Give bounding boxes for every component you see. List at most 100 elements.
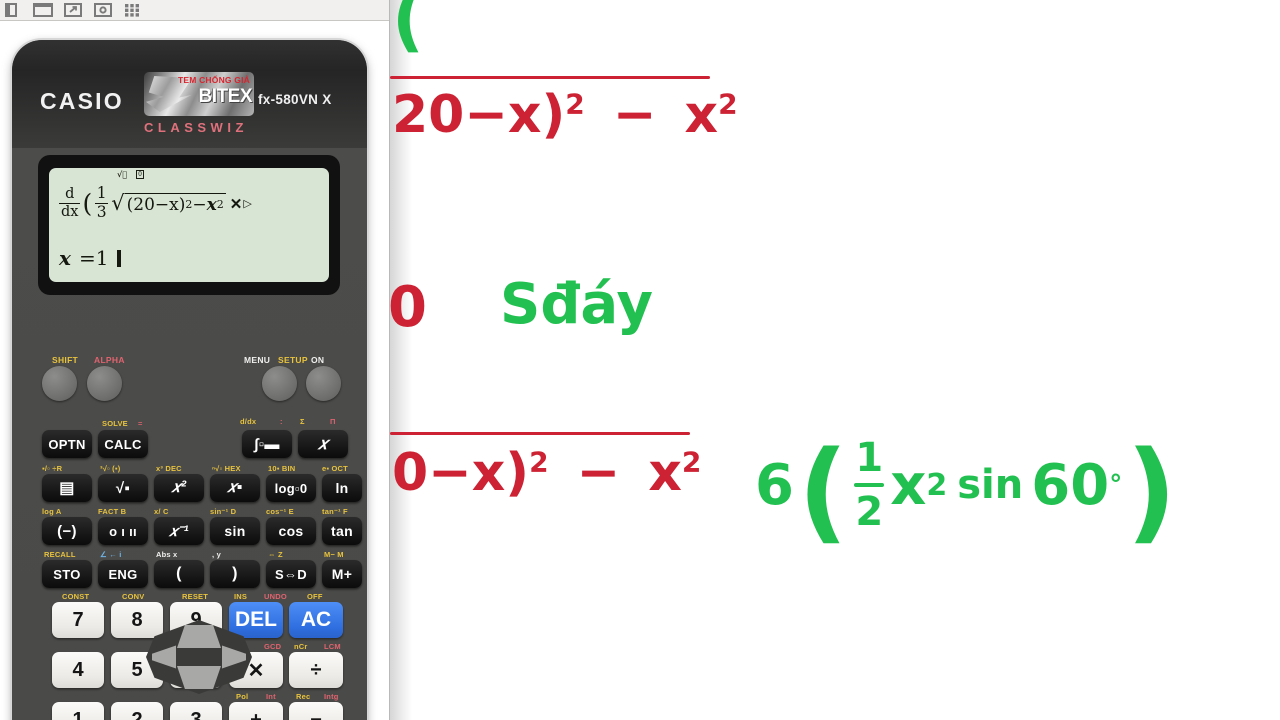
key-3[interactable]: 3 bbox=[170, 702, 222, 720]
integral-key[interactable]: ∫▫▬ bbox=[242, 430, 292, 458]
row3-sub-0: ▪/▫ ÷R bbox=[42, 464, 63, 473]
divide-key[interactable]: ÷ bbox=[289, 652, 343, 688]
degrees-key[interactable]: o ı ıı bbox=[98, 517, 148, 545]
s-to-d-key[interactable]: S⇔D bbox=[266, 560, 316, 588]
red-fraction-bar-1 bbox=[390, 76, 710, 79]
coefficient-numerator: 1 bbox=[96, 184, 107, 202]
plus-key[interactable]: + bbox=[229, 702, 283, 720]
minus-key[interactable]: − bbox=[289, 702, 343, 720]
off-label: OFF bbox=[307, 592, 323, 601]
ddx-sublabel: d/dx bbox=[240, 417, 257, 426]
log-key[interactable]: log▫0 bbox=[266, 474, 316, 502]
emulator-toolbar bbox=[0, 0, 389, 21]
alpha-label: ALPHA bbox=[94, 355, 125, 365]
whiteboard-panel: ( 20−x)2 − x2 0 Sđáy 0−x)2 − x2 6 ( 1 2 … bbox=[388, 0, 1280, 720]
negative-key[interactable]: (−) bbox=[42, 517, 92, 545]
x-squared-key[interactable]: 𝑥² bbox=[154, 474, 204, 502]
conv-label: CONV bbox=[122, 592, 145, 601]
red1-exp-a: 2 bbox=[565, 87, 585, 121]
on-key[interactable] bbox=[306, 366, 341, 401]
solve-label: SOLVE bbox=[102, 419, 128, 428]
panel-toggle-icon[interactable] bbox=[1, 2, 25, 19]
row3-sub-2: x³ DEC bbox=[156, 464, 182, 473]
radicand: (20−x) 2− x 2 bbox=[124, 192, 226, 215]
green-label-sday: Sđáy bbox=[500, 272, 653, 337]
row5-sub-0: RECALL bbox=[44, 550, 76, 559]
row5-sub-3: , y bbox=[212, 550, 221, 559]
calc-key[interactable]: CALC bbox=[98, 430, 148, 458]
multiply-symbol: ✕ bbox=[229, 194, 243, 213]
lcd-bezel: √⃗ 0 d dx ( 1 3 √ (20−x) 2 − x 2 ✕ ▷ x =… bbox=[38, 155, 340, 295]
gcd-label: GCD bbox=[264, 642, 282, 651]
calculator-emulator-panel: CASIO TEM CHỐNG GIẢ BITEX fx-580VN X CLA… bbox=[0, 0, 390, 720]
optn-key[interactable]: OPTN bbox=[42, 430, 92, 458]
row4-sub-4: cos⁻¹ E bbox=[266, 507, 294, 516]
pi-product-sublabel: Π bbox=[330, 417, 336, 426]
alpha-key[interactable] bbox=[87, 366, 122, 401]
grid-icon[interactable] bbox=[121, 2, 145, 19]
cos-key[interactable]: cos bbox=[266, 517, 316, 545]
green-frac-denominator: 2 bbox=[855, 489, 884, 535]
open-paren-key[interactable]: ( bbox=[154, 560, 204, 588]
casio-logo: CASIO bbox=[40, 88, 124, 114]
ln-key[interactable]: ln bbox=[322, 474, 362, 502]
row3-sub-1: ³√▫ (▪) bbox=[100, 464, 121, 473]
red1-part-b: x bbox=[684, 85, 719, 145]
undo-label: UNDO bbox=[264, 592, 287, 601]
sin-key[interactable]: sin bbox=[210, 517, 260, 545]
radicand-base: (20−x) bbox=[126, 194, 186, 215]
window-icon[interactable] bbox=[31, 2, 55, 19]
key-1[interactable]: 1 bbox=[52, 702, 104, 720]
hologram-brand-text: BITEX bbox=[198, 86, 253, 107]
row3-sub-3: ⁿ√▫ HEX bbox=[212, 464, 241, 473]
camera-icon[interactable] bbox=[91, 2, 115, 19]
row4-sub-5: tan⁻¹ F bbox=[322, 507, 348, 516]
x-power-key[interactable]: 𝑥▪ bbox=[210, 474, 260, 502]
sto-key[interactable]: STO bbox=[42, 560, 92, 588]
directional-pad[interactable] bbox=[146, 620, 252, 694]
shift-key[interactable] bbox=[42, 366, 77, 401]
expand-arrow-icon[interactable] bbox=[61, 2, 85, 19]
green-variable: x bbox=[890, 452, 927, 518]
fraction-key[interactable]: ▤ bbox=[42, 474, 92, 502]
intg-label: Intg bbox=[324, 692, 339, 701]
radical-symbol: √ bbox=[111, 190, 125, 215]
casio-calculator: CASIO TEM CHỐNG GIẢ BITEX fx-580VN X CLA… bbox=[12, 40, 367, 720]
ac-key[interactable]: AC bbox=[289, 602, 343, 638]
key-4[interactable]: 4 bbox=[52, 652, 104, 688]
green-variable-exponent: 2 bbox=[926, 467, 948, 503]
radicand-minus: − bbox=[192, 194, 207, 215]
memory-plus-key[interactable]: M+ bbox=[322, 560, 362, 588]
green-angle-value: 60 bbox=[1031, 452, 1110, 518]
row3-sub-4: 10▪ BIN bbox=[268, 464, 296, 473]
menu-setup-key[interactable] bbox=[262, 366, 297, 401]
derivative-denominator: dx bbox=[61, 204, 79, 221]
key-2[interactable]: 2 bbox=[111, 702, 163, 720]
lcd-screen: √⃗ 0 d dx ( 1 3 √ (20−x) 2 − x 2 ✕ ▷ x =… bbox=[49, 168, 329, 282]
reset-label: RESET bbox=[182, 592, 209, 601]
reciprocal-key[interactable]: 𝑥⁻¹ bbox=[154, 517, 204, 545]
tan-key[interactable]: tan bbox=[322, 517, 362, 545]
radicand-term2-exponent: 2 bbox=[216, 198, 224, 212]
colon-sublabel: : bbox=[280, 417, 283, 426]
red2-exp-a: 2 bbox=[529, 445, 549, 479]
close-paren-key[interactable]: ) bbox=[210, 560, 260, 588]
red-expression-1: 20−x)2 − x2 bbox=[392, 85, 738, 145]
menu-label: MENU bbox=[244, 355, 271, 365]
sqrt-key[interactable]: √▪ bbox=[98, 474, 148, 502]
green-frac-numerator: 1 bbox=[855, 435, 884, 481]
row4-sub-0: log A bbox=[42, 507, 62, 516]
green-degree-symbol: ° bbox=[1109, 470, 1123, 500]
coefficient-fraction: 1 3 bbox=[95, 184, 109, 222]
row4-sub-3: sin⁻¹ D bbox=[210, 507, 237, 516]
eng-key[interactable]: ENG bbox=[98, 560, 148, 588]
green-lead-coefficient: 6 bbox=[755, 452, 794, 518]
shift-label: SHIFT bbox=[52, 355, 79, 365]
scroll-right-indicator: ▷ bbox=[243, 197, 252, 211]
coefficient-denominator: 3 bbox=[96, 203, 107, 222]
key-7[interactable]: 7 bbox=[52, 602, 104, 638]
red2-exp-b: 2 bbox=[681, 445, 702, 479]
red1-exp-b: 2 bbox=[718, 87, 738, 121]
const-label: CONST bbox=[62, 592, 90, 601]
x-variable-key[interactable]: 𝑥 bbox=[298, 430, 348, 458]
